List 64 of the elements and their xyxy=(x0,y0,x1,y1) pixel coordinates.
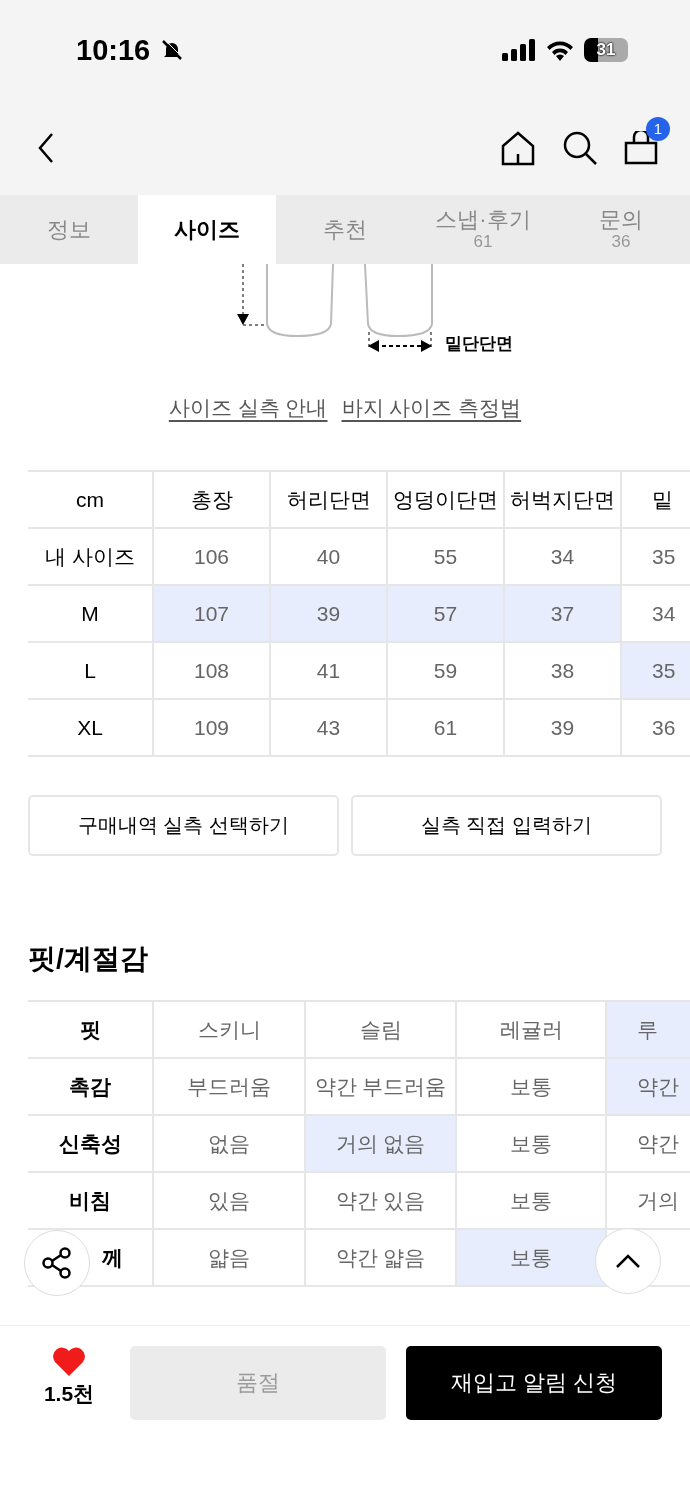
table-cell: 슬림 xyxy=(304,1002,455,1059)
table-cell: 39 xyxy=(503,700,620,757)
bell-off-icon xyxy=(160,38,185,62)
like-count: 1.5천 xyxy=(43,1381,95,1407)
table-cell: 있음 xyxy=(152,1173,304,1230)
table-cell: 약간 xyxy=(605,1059,690,1116)
column-header: 허벅지단면 xyxy=(503,472,620,529)
table-cell: 39 xyxy=(269,586,386,643)
table-cell: 35 xyxy=(620,529,690,586)
column-header: 총장 xyxy=(152,472,269,529)
table-cell: 약간 부드러움 xyxy=(304,1059,455,1116)
table-cell: 레귤러 xyxy=(455,1002,605,1059)
table-cell: 보통 xyxy=(455,1173,605,1230)
table-cell: 34 xyxy=(503,529,620,586)
search-icon[interactable] xyxy=(562,129,598,166)
table-cell: 보통 xyxy=(455,1116,605,1173)
section-title: 핏/계절감 xyxy=(28,942,149,976)
table-cell: 61 xyxy=(386,700,503,757)
heart-icon[interactable] xyxy=(52,1346,86,1376)
guide-link[interactable]: 바지 사이즈 측정법 xyxy=(341,394,522,434)
table-cell: 스키니 xyxy=(152,1002,304,1059)
column-header: 밑 xyxy=(620,472,690,529)
table-cell: 거의 없음 xyxy=(304,1116,455,1173)
status-time: 10:16 xyxy=(76,33,151,67)
table-cell: 약간 있음 xyxy=(304,1173,455,1230)
table-cell: 108 xyxy=(152,643,269,700)
column-header: 허리단면 xyxy=(269,472,386,529)
table-cell: 약간 얇음 xyxy=(304,1230,455,1287)
restock-alert-button[interactable]: 재입고 알림 신청 xyxy=(406,1346,662,1420)
table-cell: 59 xyxy=(386,643,503,700)
home-icon[interactable] xyxy=(500,129,536,166)
table-cell: 35 xyxy=(620,643,690,700)
back-button[interactable] xyxy=(36,131,56,164)
table-cell: 41 xyxy=(269,643,386,700)
section-tab[interactable]: 사이즈 xyxy=(138,195,276,264)
table-cell: 거의 xyxy=(605,1173,690,1230)
table-cell: 루 xyxy=(605,1002,690,1059)
guide-link[interactable]: 사이즈 실측 안내 xyxy=(168,394,328,434)
table-cell: 107 xyxy=(152,586,269,643)
table-cell: 40 xyxy=(269,529,386,586)
chevron-up-icon xyxy=(615,1253,641,1269)
wifi-icon xyxy=(546,39,574,61)
share-icon xyxy=(41,1247,73,1279)
table-cell: 보통 xyxy=(455,1059,605,1116)
table-cell: 약간 xyxy=(605,1116,690,1173)
table-cell: 57 xyxy=(386,586,503,643)
table-cell: 부드러움 xyxy=(152,1059,304,1116)
table-cell: 없음 xyxy=(152,1116,304,1173)
table-cell: 106 xyxy=(152,529,269,586)
measure-button[interactable]: 실측 직접 입력하기 xyxy=(351,795,662,856)
cart-count-badge: 1 xyxy=(646,116,670,141)
table-cell: 109 xyxy=(152,700,269,757)
measure-button[interactable]: 구매내역 실측 선택하기 xyxy=(28,795,339,856)
table-cell: 보통 xyxy=(455,1230,605,1287)
table-cell: 38 xyxy=(503,643,620,700)
column-header: 엉덩이단면 xyxy=(386,472,503,529)
table-cell: 43 xyxy=(269,700,386,757)
signal-icon xyxy=(502,39,536,61)
table-cell: 55 xyxy=(386,529,503,586)
table-cell: 얇음 xyxy=(152,1230,304,1287)
hem-width-label: 밑단단면 xyxy=(445,333,513,355)
table-cell: 36 xyxy=(620,700,690,757)
table-cell: 37 xyxy=(503,586,620,643)
table-cell: 34 xyxy=(620,586,690,643)
